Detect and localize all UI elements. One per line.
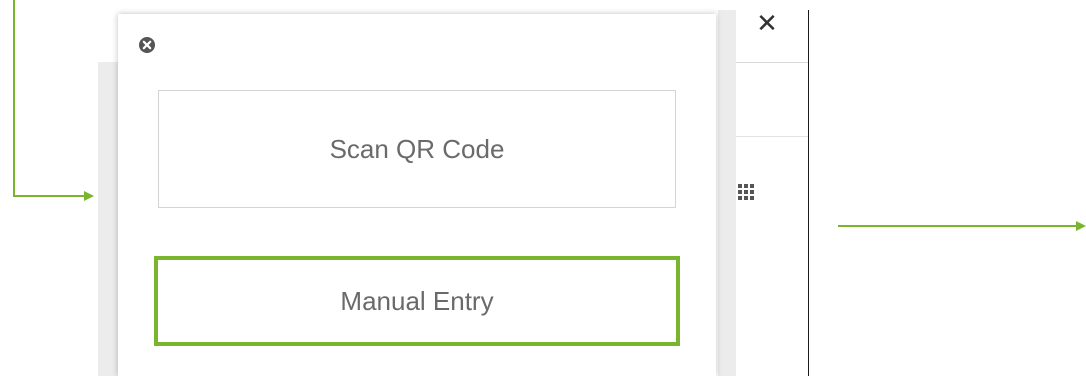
- screenshot-stage: ✕ Scan QR Code Manual Entry: [0, 0, 1086, 376]
- close-circle-icon[interactable]: [138, 36, 156, 54]
- manual-entry-button[interactable]: Manual Entry: [154, 256, 680, 346]
- background-strip: [718, 10, 736, 376]
- annotation-arrow-right: [838, 221, 1086, 231]
- scan-qr-code-button[interactable]: Scan QR Code: [158, 90, 676, 208]
- annotation-connector-left: [13, 0, 94, 201]
- modal-backdrop: [98, 62, 118, 376]
- scan-options-popup: Scan QR Code Manual Entry: [118, 14, 716, 376]
- close-icon[interactable]: ✕: [752, 8, 782, 38]
- background-panel: [718, 10, 809, 376]
- background-divider: [736, 62, 808, 63]
- grid-icon[interactable]: [738, 184, 754, 200]
- background-divider: [736, 136, 808, 137]
